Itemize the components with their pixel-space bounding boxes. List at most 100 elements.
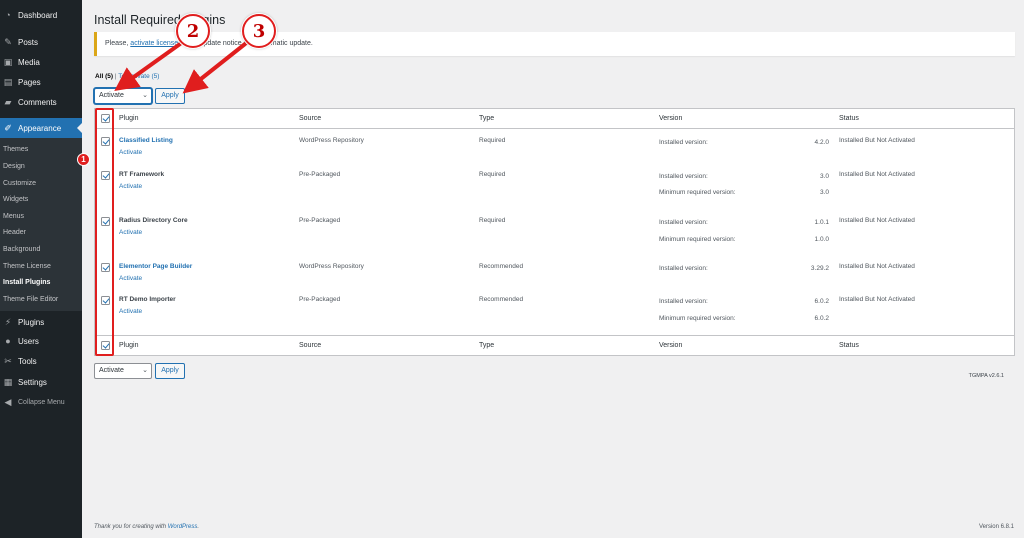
step-1-badge: 1 [77, 153, 90, 166]
status-cell: Installed But Not Activated [839, 296, 915, 303]
submenu-item-design[interactable]: Design [3, 160, 25, 174]
status-cell: Installed But Not Activated [839, 171, 915, 178]
table-footer: Plugin Source Type Version Status [95, 335, 1014, 355]
type-cell: Recommended [479, 263, 524, 270]
bulk-action-select-top[interactable]: Activate ⌄ [94, 88, 152, 104]
submenu-item-theme-file-editor[interactable]: Theme File Editor [3, 293, 58, 307]
source-cell: Pre-Packaged [299, 296, 341, 303]
installed-version-value: 3.0 [819, 173, 829, 180]
installed-version-label: Installed version: [659, 265, 708, 272]
plugin-name: RT Framework [119, 171, 165, 178]
column-header-plugin[interactable]: Plugin [119, 115, 138, 122]
status-filter: All (5) | To Activate (5) [95, 73, 160, 80]
submenu-item-menus[interactable]: Menus [3, 210, 24, 224]
checkbox-column-highlight [95, 108, 114, 356]
brush-icon: ✐ [4, 122, 12, 133]
sidebar-item-settings[interactable]: ▦ Settings [0, 372, 82, 392]
settings-icon: ▦ [3, 376, 13, 387]
license-notice: Please, activate license to get update n… [94, 32, 1015, 56]
plugin-icon: ⚡ [4, 316, 12, 327]
installed-version-value: 3.29.2 [810, 265, 829, 272]
sidebar-item-posts[interactable]: ✎ Posts [0, 32, 82, 52]
installed-version-value: 4.2.0 [814, 139, 829, 146]
sidebar-item-tools[interactable]: ✂ Tools [0, 351, 82, 371]
dashboard-icon: ◔ [5, 9, 11, 20]
column-footer-status: Status [839, 342, 859, 349]
status-cell: Installed But Not Activated [839, 137, 915, 144]
collapse-icon: ◀ [4, 396, 12, 407]
sidebar-item-comments[interactable]: ▰ Comments [0, 92, 82, 112]
wordpress-link[interactable]: WordPress [168, 524, 198, 530]
status-cell: Installed But Not Activated [839, 217, 915, 224]
footer-version: Version 6.8.1 [978, 524, 1014, 530]
admin-sidebar: ◔ Dashboard ✎ Posts ▣ Media ▤ Pages ▰ Comment… [0, 0, 82, 538]
column-header-type: Type [479, 115, 495, 122]
footer-thanks: Thank you for creating with WordPress. [94, 524, 200, 530]
chevron-down-icon: ⌄ [142, 367, 148, 374]
activate-link[interactable]: Activate [119, 308, 142, 315]
submenu-item-header[interactable]: Header [3, 226, 26, 240]
minimum-version-label: Minimum required version: [659, 315, 736, 322]
chevron-down-icon: ⌄ [142, 92, 148, 99]
minimum-version-label: Minimum required version: [659, 189, 736, 196]
activate-link[interactable]: Activate [119, 149, 142, 156]
source-cell: Pre-Packaged [299, 217, 341, 224]
column-header-status: Status [839, 115, 859, 122]
active-arrow [77, 123, 82, 133]
media-icon: ▣ [3, 56, 13, 67]
sidebar-item-plugins[interactable]: ⚡ Plugins [0, 312, 82, 332]
sidebar-item-media[interactable]: ▣ Media [0, 52, 82, 72]
filter-all[interactable]: All (5) [95, 73, 113, 80]
submenu-item-background[interactable]: Background [3, 243, 40, 257]
apply-button-bottom[interactable]: Apply [155, 363, 185, 379]
source-cell: WordPress Repository [299, 137, 364, 144]
step-3-callout: 3 [242, 14, 276, 48]
activate-link[interactable]: Activate [119, 275, 142, 282]
sidebar-item-pages[interactable]: ▤ Pages [0, 72, 82, 92]
plugin-name: Radius Directory Core [119, 217, 188, 224]
collapse-menu-button[interactable]: ◀ Collapse Menu [0, 392, 82, 412]
activate-link[interactable]: Activate [119, 183, 142, 190]
column-footer-source: Source [299, 342, 322, 349]
plugins-table: Plugin Source Type Version Status Classi… [94, 108, 1015, 356]
type-cell: Required [479, 217, 506, 224]
source-cell: Pre-Packaged [299, 171, 341, 178]
sidebar-item-dashboard[interactable]: ◔ Dashboard [0, 5, 82, 25]
apply-button-top[interactable]: Apply [155, 88, 185, 104]
user-icon: ● [5, 335, 11, 346]
plugin-name: RT Demo Importer [119, 296, 176, 303]
submenu-item-themes[interactable]: Themes [3, 143, 28, 157]
page-icon: ▤ [3, 76, 13, 87]
sidebar-item-appearance[interactable]: ✐ Appearance [0, 118, 82, 138]
activate-link[interactable]: Activate [119, 229, 142, 236]
type-cell: Required [479, 137, 506, 144]
submenu-item-widgets[interactable]: Widgets [3, 193, 28, 207]
type-cell: Recommended [479, 296, 524, 303]
sidebar-item-users[interactable]: ● Users [0, 331, 82, 351]
activate-license-link[interactable]: activate license [130, 40, 178, 47]
plugin-name-link[interactable]: Classified Listing [119, 137, 173, 144]
submenu-item-install-plugins[interactable]: Install Plugins [3, 276, 50, 290]
minimum-version-value: 1.0.0 [814, 236, 829, 243]
installed-version-value: 1.0.1 [814, 219, 829, 226]
submenu-item-customize[interactable]: Customize [3, 177, 36, 191]
bulk-action-select-bottom[interactable]: Activate ⌄ [94, 363, 152, 379]
appearance-submenu: Themes Design Customize Widgets Menus He… [0, 138, 82, 311]
installed-version-value: 6.0.2 [814, 298, 829, 305]
table-header: Plugin Source Type Version Status [95, 109, 1014, 129]
column-footer-plugin[interactable]: Plugin [119, 342, 138, 349]
comment-icon: ▰ [4, 96, 12, 107]
type-cell: Required [479, 171, 506, 178]
column-footer-type: Type [479, 342, 495, 349]
installed-version-label: Installed version: [659, 173, 708, 180]
installed-version-label: Installed version: [659, 139, 708, 146]
tgmpa-version: TGMPA v2.6.1 [968, 373, 1004, 379]
plugin-name-link[interactable]: Elementor Page Builder [119, 263, 192, 270]
submenu-item-theme-license[interactable]: Theme License [3, 260, 51, 274]
installed-version-label: Installed version: [659, 219, 708, 226]
source-cell: WordPress Repository [299, 263, 364, 270]
column-footer-version: Version [659, 342, 683, 349]
filter-to-activate[interactable]: To Activate (5) [118, 73, 159, 80]
minimum-version-value: 3.0 [819, 189, 829, 196]
column-header-version: Version [659, 115, 683, 122]
